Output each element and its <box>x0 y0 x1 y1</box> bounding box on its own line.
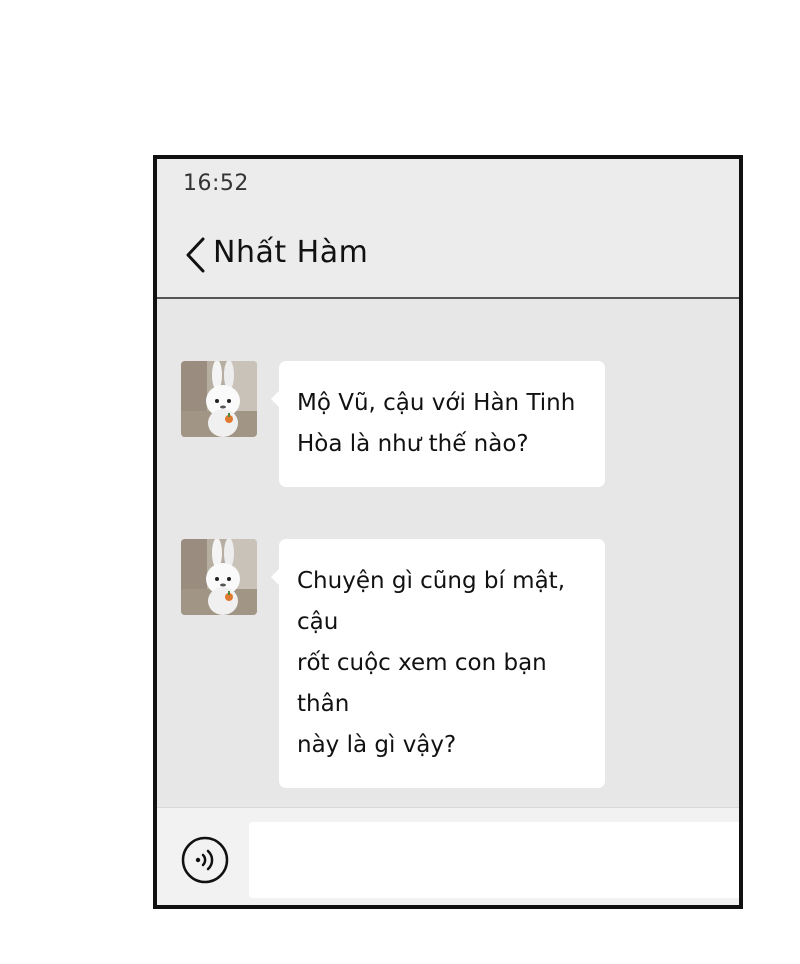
message-bubble[interactable]: Chuyện gì cũng bí mật, cậu rốt cuộc xem … <box>271 539 605 788</box>
bunny-avatar-icon <box>181 539 257 615</box>
message-text: Chuyện gì cũng bí mật, cậu rốt cuộc xem … <box>297 568 566 758</box>
avatar[interactable] <box>181 361 257 437</box>
message-text: Mộ Vũ, cậu với Hàn Tinh Hòa là như thế n… <box>297 390 576 457</box>
phone-screen: 16:52 Nhất Hàm Mộ Vũ, cậu với Hàn Tinh H… <box>153 155 743 909</box>
message-list: Mộ Vũ, cậu với Hàn Tinh Hòa là như thế n… <box>157 299 739 807</box>
contact-name: Nhất Hàm <box>213 235 369 270</box>
avatar[interactable] <box>181 539 257 615</box>
bunny-avatar-icon <box>181 361 257 437</box>
chevron-left-icon[interactable] <box>183 235 209 275</box>
chat-header: Nhất Hàm <box>157 215 739 299</box>
input-bar <box>157 807 739 905</box>
status-time: 16:52 <box>183 171 249 196</box>
message-bubble[interactable]: Mộ Vũ, cậu với Hàn Tinh Hòa là như thế n… <box>271 361 605 487</box>
voice-icon[interactable] <box>181 836 229 884</box>
message-input[interactable] <box>249 822 739 898</box>
status-bar: 16:52 <box>157 159 739 215</box>
